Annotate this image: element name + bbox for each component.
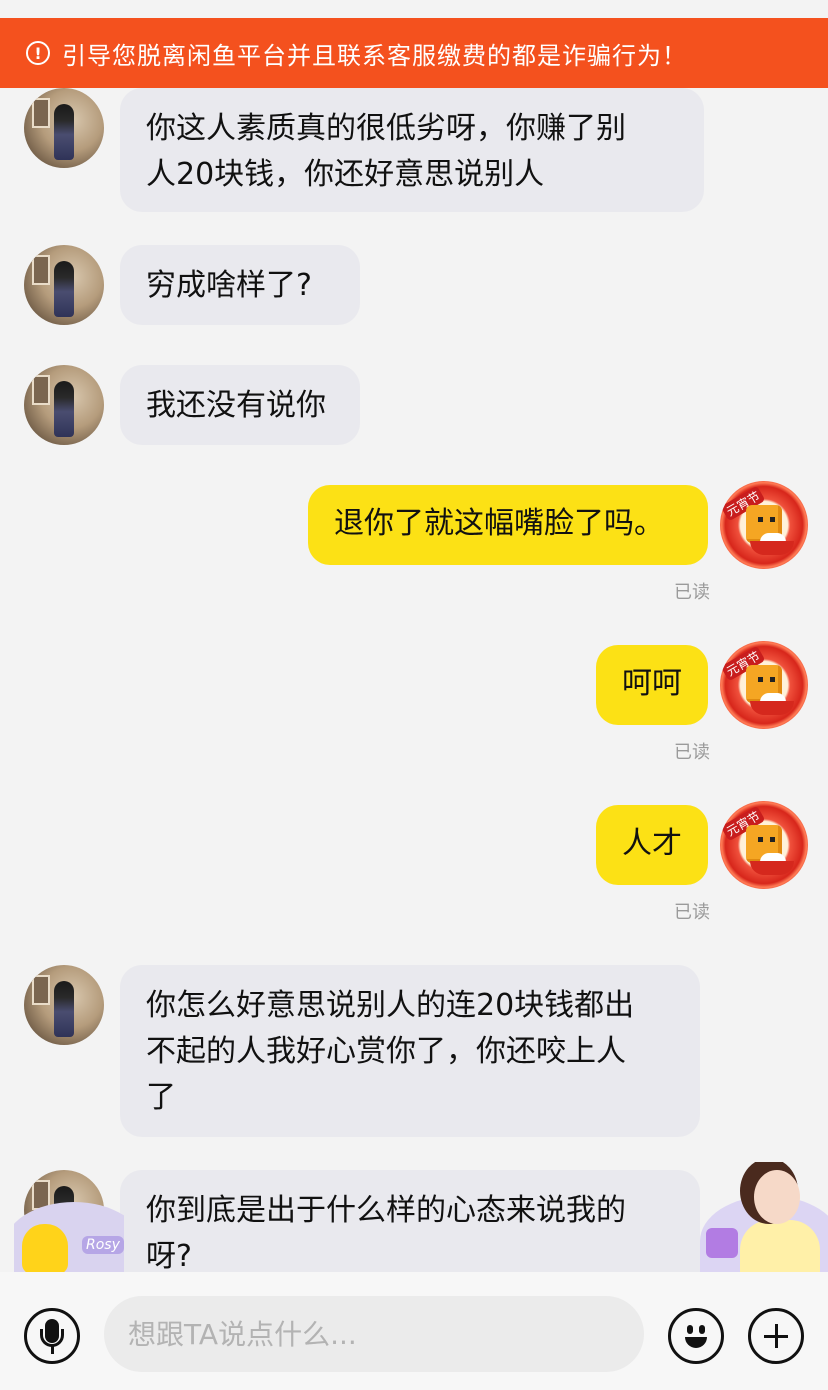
message-line: 你怎么好意思说别人的连20块钱都出 — [146, 988, 635, 1023]
status-bar — [0, 0, 828, 18]
message-line: 你这人素质真的很低劣呀，你赚了别 — [146, 111, 626, 146]
incoming-message-bubble[interactable]: 你到底是出于什么样的心态来说我的 呀? — [120, 1170, 700, 1272]
floating-promo-right[interactable] — [700, 1162, 828, 1272]
message-line: 呀? — [146, 1239, 192, 1272]
incoming-message-bubble[interactable]: 我还没有说你 — [120, 365, 360, 445]
message-list[interactable]: 你这人素质真的很低劣呀，你赚了别 人20块钱，你还好意思说别人 穷成啥样了? 我… — [0, 88, 828, 1272]
contact-avatar[interactable] — [24, 245, 104, 325]
message-input[interactable] — [104, 1296, 644, 1372]
input-bar — [0, 1272, 828, 1390]
my-avatar[interactable]: 元宵节 — [720, 641, 808, 729]
message-line: 穷成啥样了? — [146, 268, 312, 303]
chat-screen: ! 引导您脱离闲鱼平台并且联系客服缴费的都是诈骗行为！ 你这人素质真的很低劣呀，… — [0, 0, 828, 1390]
warning-text: 引导您脱离闲鱼平台并且联系客服缴费的都是诈骗行为！ — [62, 41, 687, 70]
contact-avatar[interactable] — [24, 88, 104, 168]
voice-input-button[interactable] — [24, 1308, 80, 1364]
my-avatar[interactable]: 元宵节 — [720, 801, 808, 889]
promo-person-image — [754, 1170, 800, 1224]
duck-mascot-icon — [22, 1224, 68, 1272]
outgoing-message-bubble[interactable]: 呵呵 — [596, 645, 708, 725]
warning-circle-icon: ! — [26, 41, 50, 65]
read-receipt: 已读 — [674, 902, 710, 923]
incoming-message-bubble[interactable]: 你这人素质真的很低劣呀，你赚了别 人20块钱，你还好意思说别人 — [120, 88, 704, 212]
anti-fraud-warning-banner: ! 引导您脱离闲鱼平台并且联系客服缴费的都是诈骗行为！ — [0, 18, 828, 88]
promo-tag: Rosy — [82, 1236, 124, 1254]
message-line: 了 — [146, 1080, 176, 1115]
emoji-button[interactable] — [668, 1308, 724, 1364]
message-line: 人20块钱，你还好意思说别人 — [146, 157, 545, 192]
outgoing-message-bubble[interactable]: 人才 — [596, 805, 708, 885]
incoming-message-bubble[interactable]: 穷成啥样了? — [120, 245, 360, 325]
gift-box-icon — [706, 1228, 738, 1258]
outgoing-message-bubble[interactable]: 退你了就这幅嘴脸了吗。 — [308, 485, 708, 565]
contact-avatar[interactable] — [24, 365, 104, 445]
incoming-message-bubble[interactable]: 你怎么好意思说别人的连20块钱都出 不起的人我好心赏你了，你还咬上人 了 — [120, 965, 700, 1137]
read-receipt: 已读 — [674, 742, 710, 763]
floating-promo-left[interactable]: Rosy — [14, 1196, 124, 1272]
read-receipt: 已读 — [674, 582, 710, 603]
message-line: 我还没有说你 — [146, 388, 326, 423]
my-avatar[interactable]: 元宵节 — [720, 481, 808, 569]
more-options-button[interactable] — [748, 1308, 804, 1364]
message-line: 不起的人我好心赏你了，你还咬上人 — [146, 1034, 626, 1069]
contact-avatar[interactable] — [24, 965, 104, 1045]
message-line: 你到底是出于什么样的心态来说我的 — [146, 1193, 626, 1228]
